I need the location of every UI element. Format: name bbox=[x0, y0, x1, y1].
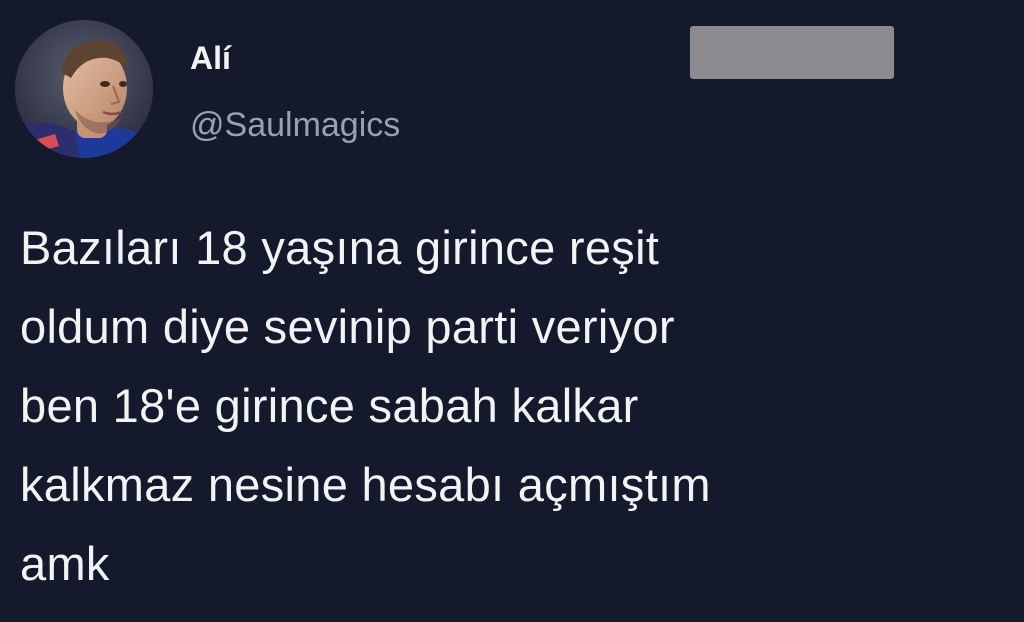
author-handle[interactable]: @Saulmagics bbox=[190, 103, 400, 147]
redaction-box bbox=[690, 26, 894, 79]
tweet-card: Alí @Saulmagics Bazıları 18 yaşına girin… bbox=[0, 0, 1024, 622]
user-avatar[interactable] bbox=[15, 20, 153, 158]
tweet-text-line: kalkmaz nesine hesabı açmıştım bbox=[20, 458, 711, 511]
avatar-portrait-icon bbox=[15, 20, 153, 158]
tweet-text-line: amk bbox=[20, 537, 110, 590]
author-display-name[interactable]: Alí bbox=[190, 38, 231, 78]
tweet-text-line: Bazıları 18 yaşına girince reşit bbox=[20, 221, 660, 274]
tweet-text-line: oldum diye sevinip parti veriyor bbox=[20, 300, 675, 353]
tweet-body: Bazıları 18 yaşına girince reşit oldum d… bbox=[20, 208, 1010, 603]
tweet-text-line: ben 18'e girince sabah kalkar bbox=[20, 379, 639, 432]
